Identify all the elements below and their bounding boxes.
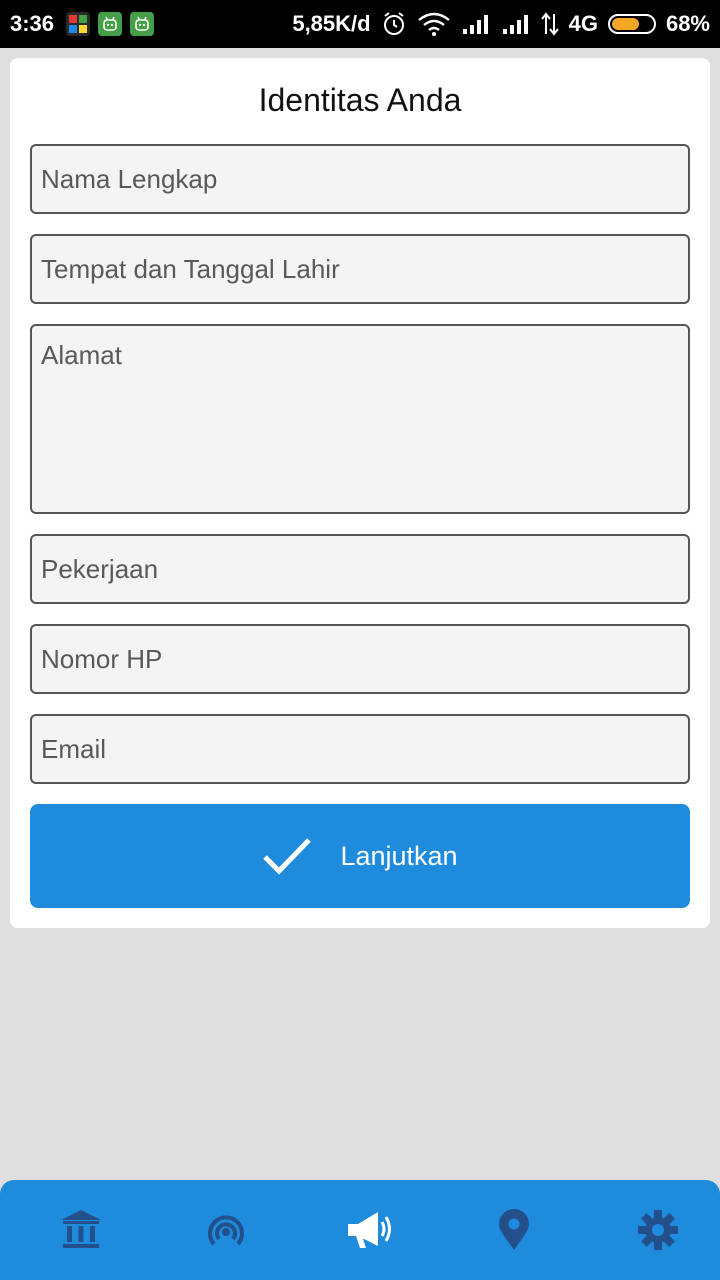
email-input[interactable]: [30, 714, 690, 784]
map-pin-icon: [496, 1208, 532, 1252]
identity-form-card: Identitas Anda Lanjutkan: [10, 58, 710, 928]
battery-fill: [611, 18, 640, 30]
nav-item-settings[interactable]: [630, 1202, 686, 1258]
nav-item-location[interactable]: [486, 1202, 542, 1258]
status-time: 3:36: [10, 11, 55, 36]
nav-item-bank[interactable]: [53, 1202, 109, 1258]
data-transfer-icon: [540, 12, 559, 36]
bottom-navigation: [0, 1180, 720, 1280]
address-textarea[interactable]: [30, 324, 690, 514]
megaphone-icon: [344, 1208, 396, 1252]
battery-icon: [607, 14, 656, 34]
nav-item-announcement[interactable]: [342, 1202, 398, 1258]
status-bar: 3:36 5,85K/d 4G 68%: [0, 0, 720, 48]
continue-button-label: Lanjutkan: [340, 840, 458, 871]
nav-item-broadcast[interactable]: [198, 1202, 254, 1258]
broadcast-icon: [204, 1208, 248, 1252]
checkmark-icon: [262, 836, 312, 876]
net-speed: 5,85K/d: [292, 11, 371, 36]
signal-icon: [461, 13, 491, 35]
puzzle-app-icon: [66, 12, 91, 36]
alarm-icon: [381, 11, 407, 37]
continue-button[interactable]: Lanjutkan: [30, 804, 690, 908]
android-app-icon: [98, 12, 123, 36]
phone-input[interactable]: [30, 624, 690, 694]
network-type: 4G: [568, 11, 598, 36]
form-title: Identitas Anda: [258, 82, 462, 118]
full-name-input[interactable]: [30, 144, 690, 214]
android-app-icon: [130, 12, 155, 36]
signal-icon: [501, 13, 531, 35]
bank-icon: [59, 1208, 103, 1252]
gear-icon: [636, 1208, 680, 1252]
occupation-input[interactable]: [30, 534, 690, 604]
battery-percent: 68%: [665, 11, 710, 36]
birth-place-date-input[interactable]: [30, 234, 690, 304]
wifi-icon: [417, 11, 451, 37]
